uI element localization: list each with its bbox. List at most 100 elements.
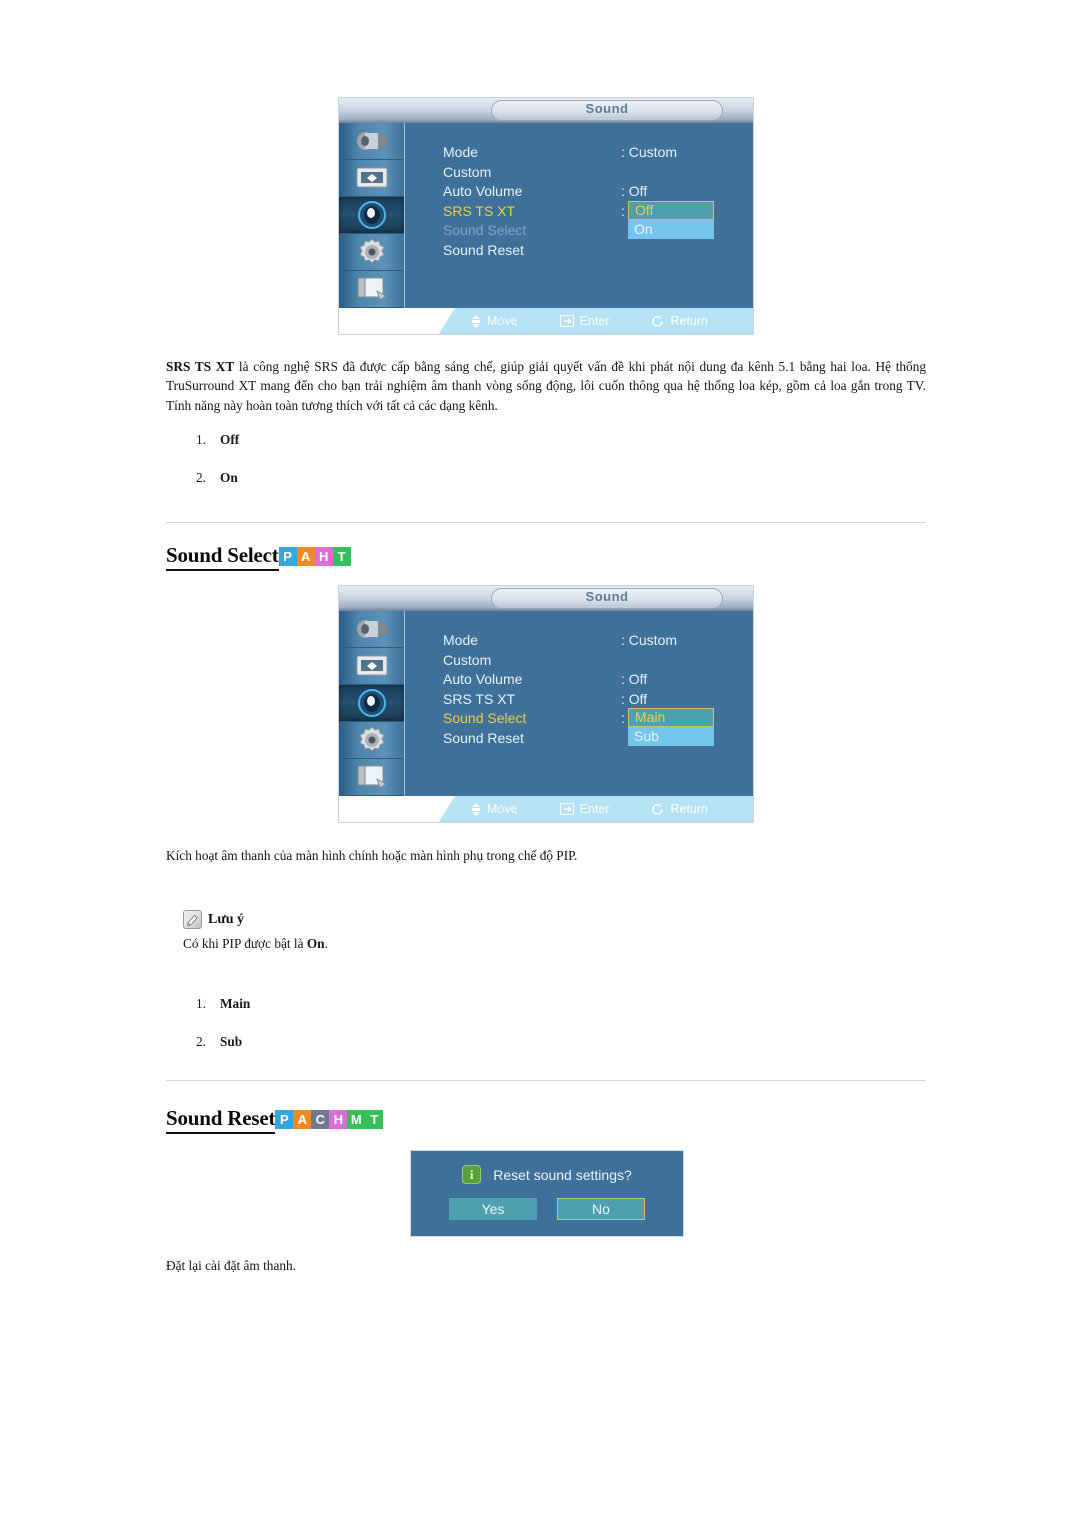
paragraph-lead: SRS TS XT [166,359,235,374]
badge-p: P [278,547,297,566]
note-pencil-icon [183,910,202,929]
sidebar-item-input-connector-icon[interactable] [339,123,404,160]
osd-hint-bar: Move Enter Return [339,308,753,334]
list-item-number: 1. [196,432,206,447]
paragraph-rest: là công nghệ SRS đã được cấp bằng sáng c… [166,359,926,413]
note-body-pre: Có khi PIP được bật là [183,936,307,951]
sidebar-item-setup-gear-icon[interactable] [339,234,404,271]
section-divider-1 [166,522,926,523]
move-updown-icon [472,802,480,816]
list-item-number: 2. [196,470,206,485]
heading-sound-select: Sound Select P A H T [166,543,351,571]
osd-row-value: : [621,710,625,726]
sidebar-item-sound-speaker-icon[interactable] [339,197,404,234]
enter-key-icon [559,315,574,327]
osd-hint-move: Move [471,802,518,816]
osd-row-label: Sound Select [443,710,527,726]
osd-hint-return-label: Return [670,802,708,816]
sidebar-item-input-connector-icon[interactable] [339,611,404,648]
osd-row-label: Custom [443,163,492,180]
osd-row-label: Custom [443,651,492,668]
return-arrow-icon [652,803,664,815]
osd-row-label: Sound Reset [443,241,524,258]
osd-row-label: Sound Reset [443,729,524,746]
osd-row[interactable]: Auto Volume: Off [443,182,677,202]
enter-key-icon [559,803,574,815]
osd-row-label: SRS TS XT [443,690,516,707]
badge-t: T [332,547,351,566]
osd-body: Mode: Custom Custom Auto Volume: Off SRS… [405,611,753,796]
note-block: Lưu ý Có khi PIP được bật là On. [183,910,328,952]
osd-row[interactable]: Custom [443,163,677,183]
osd-row-value: : Off [621,183,648,199]
info-icon: i [462,1165,482,1184]
badge-h: H [329,1110,348,1129]
note-body-bold: On [306,936,325,951]
osd-hint-return: Return [651,802,708,816]
section-divider-2 [166,1080,926,1081]
osd-body: Mode : Custom Custom Auto Volume: Off SRS… [405,123,753,308]
sidebar-item-sound-speaker-icon[interactable] [339,685,404,722]
osd-hint-bar-notch [339,308,455,334]
osd-row-label: Mode [443,144,479,160]
list-item-label: On [220,470,238,485]
osd-hint-return: Return [651,314,708,328]
document-page: Sound Mode: Custom Custom Auto Volume:… [0,0,1080,1527]
osd-hint-move: Move [471,314,518,328]
osd-row[interactable]: SRS TS XT: Off [443,690,677,710]
osd-option-alternate[interactable]: Sub [628,727,714,746]
paragraph-srs-description: SRS TS XT là công nghệ SRS đã được cấp b… [166,357,926,415]
heading-sound-reset: Sound Reset P A C H M T [166,1106,384,1134]
paragraph-sound-reset-description: Đặt lại cài đặt âm thanh. [166,1258,296,1273]
osd-hint-enter: Enter [559,314,609,328]
sidebar-item-multi-control-icon[interactable] [339,759,404,796]
osd-row[interactable]: Sound Reset [443,241,677,261]
note-title: Lưu ý [208,911,245,927]
heading-sound-select-badges: P A H T [278,547,351,566]
paragraph-sound-select-description: Kích hoạt âm thanh của màn hình chính ho… [166,848,578,863]
no-button[interactable]: No [557,1198,645,1220]
osd-row-value: : Custom [621,632,678,648]
osd-sidebar [339,123,405,308]
multi-control-icon [357,765,387,789]
yes-button[interactable]: Yes [449,1198,537,1220]
osd-sidebar [339,611,405,796]
osd-hint-enter: Enter [559,802,609,816]
osd-row[interactable]: Mode: Custom [443,631,677,651]
osd-title: Sound [585,101,629,116]
osd-hint-move-label: Move [487,802,518,816]
sidebar-item-setup-gear-icon[interactable] [339,722,404,759]
badge-c: C [311,1110,330,1129]
list-item-number: 2. [196,1034,206,1049]
osd-hint-return-label: Return [670,314,708,328]
osd-menu-sound-srs: Sound Mode: Custom Custom Auto Volume:… [338,97,754,335]
badge-t: T [365,1110,384,1129]
osd-row[interactable]: Custom [443,651,677,671]
sidebar-item-picture-display-icon[interactable] [339,160,404,197]
sidebar-item-multi-control-icon[interactable] [339,271,404,308]
heading-sound-select-text: Sound Select [166,543,279,571]
osd-hint-bar-notch [339,796,455,822]
osd-title: Sound [585,589,629,604]
osd-option-selected[interactable]: Off [628,201,714,220]
list-item-label: Sub [220,1034,243,1049]
note-body: Có khi PIP được bật là On. [183,936,328,952]
dialog-button-row: Yes No [411,1198,683,1220]
setup-gear-icon [358,726,385,752]
badge-h: H [314,547,333,566]
note-body-post: . [324,936,328,951]
multi-control-icon [357,277,387,301]
osd-row[interactable]: Auto Volume: Off [443,670,677,690]
osd-row[interactable]: Mode : Custom [443,143,677,163]
osd-row-label: Sound Select [443,222,527,238]
osd-row-label: SRS TS XT [443,202,516,219]
osd-option-selected[interactable]: Main [628,708,714,727]
osd-menu-sound-select: Sound Mode: Custom Custom Auto Volume:… [338,585,754,823]
note-header: Lưu ý [183,910,328,929]
sidebar-item-picture-display-icon[interactable] [339,648,404,685]
sound-speaker-icon [357,201,386,229]
osd-option-alternate[interactable]: On [628,220,714,239]
list-item-label: Main [220,996,251,1011]
list-item-label: Off [220,432,240,447]
osd-row-value: : Custom [621,144,678,160]
